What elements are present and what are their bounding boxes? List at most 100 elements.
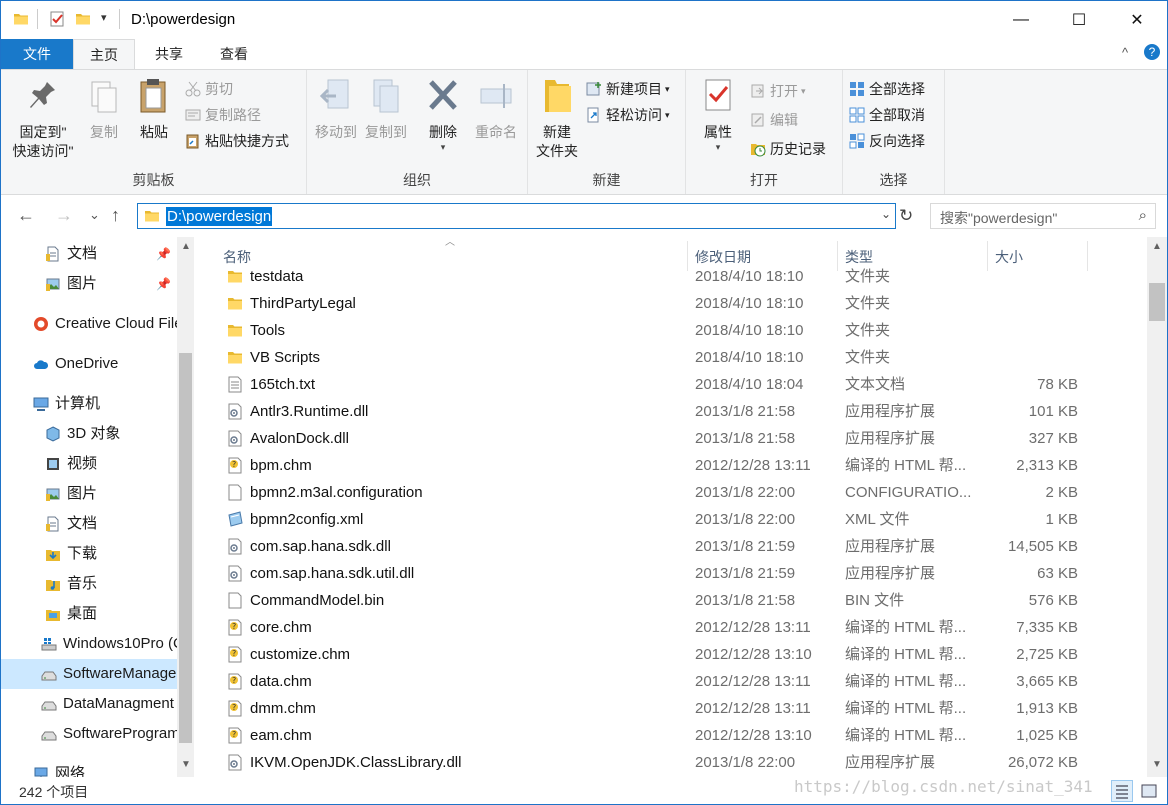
copy-icon — [91, 81, 117, 113]
recent-locations-icon[interactable]: ⌄ — [89, 207, 100, 223]
file-row[interactable]: ThirdPartyLegal 2018/4/10 18:10 文件夹 — [197, 290, 1097, 317]
file-row[interactable]: ? data.chm 2012/12/28 13:11 编译的 HTML 帮... 3,… — [197, 668, 1097, 695]
minimize-button[interactable]: — — [992, 1, 1050, 39]
help-file-icon: ? — [228, 700, 242, 717]
tab-view[interactable]: 查看 — [204, 39, 264, 69]
sidebar-item[interactable]: 视频 — [1, 449, 177, 479]
sidebar-item[interactable]: 3D 对象 — [1, 419, 177, 449]
file-row[interactable]: com.sap.hana.sdk.util.dll 2013/1/8 21:59 应… — [197, 560, 1097, 587]
sidebar-item[interactable]: Windows10Pro (C:) — [1, 629, 177, 659]
back-arrow-icon[interactable]: ← — [17, 205, 35, 226]
open-dropdown-icon[interactable]: ▾ — [801, 80, 806, 102]
large-icons-view-button[interactable] — [1138, 780, 1160, 802]
sidebar-item[interactable]: SoftwareProgram (F:) — [1, 719, 177, 749]
new-item-dropdown-icon[interactable]: ▾ — [665, 78, 670, 100]
select-all-label: 全部选择 — [869, 81, 925, 97]
invert-selection-button[interactable]: 反向选择 — [849, 130, 925, 152]
sidebar-item[interactable]: 音乐 — [1, 569, 177, 599]
rename-button[interactable]: 重命名 — [471, 76, 521, 142]
file-scroll-down-icon[interactable]: ▼ — [1152, 759, 1162, 770]
properties-button[interactable]: 属性 ▾ — [694, 76, 742, 152]
maximize-button[interactable]: ☐ — [1050, 1, 1108, 39]
properties-check-icon[interactable] — [49, 11, 65, 27]
file-row[interactable]: bpmn2config.xml 2013/1/8 22:00 XML 文件 1 KB — [197, 506, 1097, 533]
qat-dropdown-icon[interactable]: ▾ — [101, 11, 107, 24]
file-row[interactable]: ? eam.chm 2012/12/28 13:10 编译的 HTML 帮... 1,0… — [197, 722, 1097, 749]
tab-file[interactable]: 文件 — [1, 39, 73, 69]
nav-scrollbar-thumb[interactable] — [179, 353, 192, 743]
file-list-scrollbar-thumb[interactable] — [1149, 283, 1165, 321]
address-dropdown-icon[interactable]: ⌄ — [881, 207, 891, 221]
file-size: 26,072 KB — [1007, 754, 1078, 771]
collapse-ribbon-icon[interactable]: ^ — [1122, 45, 1128, 60]
delete-dropdown-icon[interactable]: ▾ — [421, 142, 465, 152]
pin-quick-access-button[interactable]: 固定到" 快速访问" — [7, 76, 79, 161]
select-all-button[interactable]: 全部选择 — [849, 78, 925, 100]
file-row[interactable]: Antlr3.Runtime.dll 2013/1/8 21:58 应用程序扩展 10… — [197, 398, 1097, 425]
file-row[interactable]: ? dmm.chm 2012/12/28 13:11 编译的 HTML 帮... 1,9… — [197, 695, 1097, 722]
new-folder-button[interactable]: 新建 文件夹 — [532, 76, 582, 161]
paste-shortcut-button[interactable]: 粘贴快捷方式 — [185, 130, 289, 152]
file-row[interactable]: com.sap.hana.sdk.dll 2013/1/8 21:59 应用程序扩展… — [197, 533, 1097, 560]
search-input[interactable]: 搜索"powerdesign" ⌕ — [930, 203, 1156, 229]
copy-path-button[interactable]: 复制路径 — [185, 104, 261, 126]
properties-dropdown-icon[interactable]: ▾ — [694, 142, 742, 152]
close-button[interactable]: ✕ — [1108, 1, 1166, 39]
copy-button[interactable]: 复制 — [83, 76, 125, 142]
address-text[interactable]: D:\powerdesign — [166, 207, 273, 226]
file-row[interactable]: ? bpm.chm 2012/12/28 13:11 编译的 HTML 帮... 2,3… — [197, 452, 1097, 479]
new-folder-icon[interactable] — [75, 11, 91, 27]
refresh-icon[interactable]: ↻ — [899, 206, 913, 226]
select-none-button[interactable]: 全部取消 — [849, 104, 925, 126]
sidebar-item[interactable]: SoftwareManage (D:) — [1, 659, 177, 689]
sidebar-item[interactable]: 下载 — [1, 539, 177, 569]
sidebar-item-label: 音乐 — [67, 575, 98, 592]
file-name: testdata — [250, 268, 304, 285]
sidebar-item[interactable]: OneDrive — [1, 349, 177, 379]
file-scroll-up-icon[interactable]: ▲ — [1152, 241, 1162, 252]
cut-button[interactable]: 剪切 — [185, 78, 233, 100]
select-none-label: 全部取消 — [869, 107, 925, 123]
nav-scroll-up-icon[interactable]: ▲ — [181, 241, 191, 252]
file-row[interactable]: bpmn2.m3al.configuration 2013/1/8 22:00 CO… — [197, 479, 1097, 506]
sidebar-item[interactable]: 计算机 — [1, 389, 177, 419]
address-bar[interactable]: D:\powerdesign ⌄ — [137, 203, 896, 229]
file-row[interactable]: IKVM.OpenJDK.ClassLibrary.dll 2013/1/8 22… — [197, 749, 1097, 776]
move-to-button[interactable]: 移动到 — [313, 76, 359, 142]
sidebar-item[interactable]: 桌面 — [1, 599, 177, 629]
file-row[interactable]: CommandModel.bin 2013/1/8 21:58 BIN 文件 576 … — [197, 587, 1097, 614]
easy-access-button[interactable]: 轻松访问 ▾ — [586, 104, 670, 126]
forward-arrow-icon[interactable]: → — [55, 205, 73, 226]
edit-button[interactable]: 编辑 — [750, 109, 798, 131]
delete-button[interactable]: 删除 ▾ — [421, 76, 465, 152]
easy-access-dropdown-icon[interactable]: ▾ — [665, 104, 670, 126]
search-icon[interactable]: ⌕ — [1139, 207, 1147, 224]
sidebar-item[interactable]: 文档 📌 — [1, 239, 177, 269]
file-row[interactable]: ? customize.chm 2012/12/28 13:10 编译的 HTML 帮… — [197, 641, 1097, 668]
tab-home[interactable]: 主页 — [73, 39, 135, 70]
new-item-button[interactable]: 新建项目 ▾ — [586, 78, 670, 100]
nav-scroll-down-icon[interactable]: ▼ — [181, 759, 191, 770]
details-view-button[interactable] — [1111, 780, 1133, 802]
details-view-icon — [1116, 785, 1128, 799]
copy-to-button[interactable]: 复制到 — [363, 76, 409, 142]
file-size: 2,725 KB — [1016, 646, 1078, 663]
file-row[interactable]: AvalonDock.dll 2013/1/8 21:58 应用程序扩展 327 KB — [197, 425, 1097, 452]
sidebar-item[interactable]: Creative Cloud Files — [1, 309, 177, 339]
file-row[interactable]: VB Scripts 2018/4/10 18:10 文件夹 — [197, 344, 1097, 371]
open-button[interactable]: 打开 ▾ — [750, 80, 806, 102]
sidebar-item[interactable]: 图片 — [1, 479, 177, 509]
sidebar-item[interactable]: 网络 — [1, 759, 177, 777]
file-row[interactable]: ? core.chm 2012/12/28 13:11 编译的 HTML 帮... 7,… — [197, 614, 1097, 641]
sidebar-item[interactable]: 图片 📌 — [1, 269, 177, 299]
sidebar-item[interactable]: DataManagment (E:) — [1, 689, 177, 719]
help-icon[interactable]: ? — [1144, 44, 1160, 60]
file-row[interactable]: 165tch.txt 2018/4/10 18:04 文本文档 78 KB — [197, 371, 1097, 398]
history-button[interactable]: 历史记录 — [750, 138, 826, 160]
sidebar-item[interactable]: 文档 — [1, 509, 177, 539]
up-arrow-icon[interactable]: ↑ — [111, 205, 120, 226]
paste-button[interactable]: 粘贴 — [133, 76, 175, 142]
file-row[interactable]: testdata 2018/4/10 18:10 文件夹 — [197, 263, 1097, 290]
tab-share[interactable]: 共享 — [139, 39, 199, 69]
file-row[interactable]: Tools 2018/4/10 18:10 文件夹 — [197, 317, 1097, 344]
